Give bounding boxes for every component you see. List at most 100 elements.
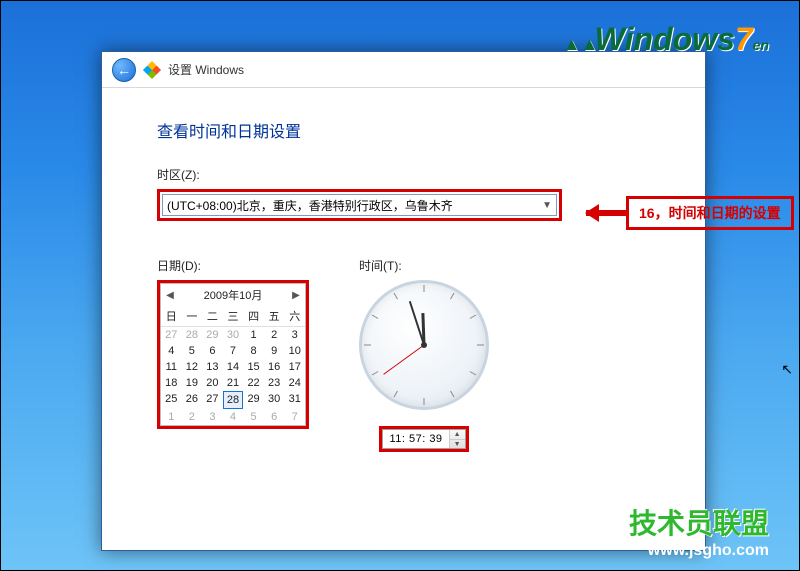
timezone-label: 时区(Z):	[157, 166, 650, 183]
spinner-buttons[interactable]: ▲ ▼	[449, 430, 465, 448]
brand-mid: indows	[625, 21, 735, 58]
brand-w: W	[594, 21, 624, 58]
time-highlight-box: 11: 57: 39 ▲ ▼	[379, 426, 468, 452]
brand-suffix: en	[753, 37, 769, 53]
calendar-day[interactable]: 13	[202, 359, 223, 375]
calendar-day[interactable]: 1	[243, 327, 264, 343]
watermark-top: ▲▲ Windows7en	[563, 21, 769, 58]
calendar-day[interactable]: 10	[284, 343, 305, 359]
cursor-icon: ↖	[781, 361, 793, 378]
clock-tick	[477, 345, 484, 346]
clock-tick	[424, 285, 425, 292]
calendar-month-label: 2009年10月	[204, 287, 263, 303]
calendar[interactable]: ◀ 2009年10月 ▶ 日一二三四五六27282930123456789101…	[160, 283, 306, 426]
calendar-day[interactable]: 17	[284, 359, 305, 375]
calendar-day[interactable]: 6	[202, 343, 223, 359]
calendar-day[interactable]: 7	[223, 343, 244, 359]
calendar-day[interactable]: 9	[264, 343, 285, 359]
calendar-day[interactable]: 2	[264, 327, 285, 343]
clock-tick	[450, 391, 454, 398]
calendar-day[interactable]: 29	[202, 327, 223, 343]
calendar-dow: 四	[243, 306, 264, 327]
calendar-prev-button[interactable]: ◀	[165, 290, 175, 301]
titlebar-text: 设置 Windows	[168, 61, 244, 78]
calendar-day[interactable]: 27	[161, 327, 182, 343]
calendar-highlight-box: ◀ 2009年10月 ▶ 日一二三四五六27282930123456789101…	[157, 280, 309, 429]
time-spinner[interactable]: 11: 57: 39 ▲ ▼	[382, 429, 465, 449]
brand-seven: 7	[735, 21, 753, 58]
calendar-dow: 三	[223, 306, 244, 327]
calendar-day[interactable]: 27	[202, 391, 223, 409]
clock-tick	[424, 398, 425, 405]
calendar-day[interactable]: 18	[161, 375, 182, 391]
calendar-day[interactable]: 2	[182, 409, 203, 425]
calendar-day[interactable]: 21	[223, 375, 244, 391]
analog-clock	[359, 280, 489, 410]
calendar-day[interactable]: 8	[243, 343, 264, 359]
calendar-day[interactable]: 19	[182, 375, 203, 391]
page-heading: 查看时间和日期设置	[157, 118, 650, 142]
calendar-day[interactable]: 1	[161, 409, 182, 425]
calendar-day[interactable]: 26	[182, 391, 203, 409]
calendar-dow: 二	[202, 306, 223, 327]
timezone-highlight-box: (UTC+08:00)北京，重庆，香港特别行政区，乌鲁木齐 ▼	[157, 189, 562, 221]
watermark-title: 技术员联盟	[629, 502, 769, 542]
calendar-day[interactable]: 6	[264, 409, 285, 425]
second-hand	[383, 345, 424, 375]
back-button[interactable]: ←	[112, 58, 136, 82]
calendar-day[interactable]: 28	[182, 327, 203, 343]
arrow-left-icon: ←	[117, 62, 131, 78]
watermark-bottom: 技术员联盟 www.jsgho.com	[629, 502, 769, 560]
clock-tick	[372, 371, 379, 375]
calendar-day[interactable]: 15	[243, 359, 264, 375]
time-label: 时间(T):	[359, 257, 489, 274]
timezone-selected-text: (UTC+08:00)北京，重庆，香港特别行政区，乌鲁木齐	[167, 197, 453, 214]
annotation: 16，时间和日期的设置	[576, 196, 794, 230]
arrow-left-icon	[576, 207, 626, 219]
calendar-day[interactable]: 5	[182, 343, 203, 359]
spinner-down-button[interactable]: ▼	[450, 440, 465, 449]
chevron-down-icon: ▼	[542, 200, 552, 211]
calendar-day[interactable]: 5	[243, 409, 264, 425]
annotation-text: 16，时间和日期的设置	[626, 196, 794, 230]
clock-tick	[394, 391, 398, 398]
calendar-day[interactable]: 16	[264, 359, 285, 375]
clock-tick	[394, 293, 398, 300]
watermark-url: www.jsgho.com	[629, 542, 769, 560]
calendar-day[interactable]: 20	[202, 375, 223, 391]
calendar-day[interactable]: 23	[264, 375, 285, 391]
calendar-day[interactable]: 4	[161, 343, 182, 359]
calendar-day[interactable]: 11	[161, 359, 182, 375]
timezone-dropdown[interactable]: (UTC+08:00)北京，重庆，香港特别行政区，乌鲁木齐 ▼	[162, 194, 557, 216]
windows-icon	[143, 60, 161, 78]
calendar-day[interactable]: 24	[284, 375, 305, 391]
calendar-next-button[interactable]: ▶	[291, 290, 301, 301]
calendar-day[interactable]: 22	[243, 375, 264, 391]
calendar-day[interactable]: 12	[182, 359, 203, 375]
calendar-dow: 一	[182, 306, 203, 327]
calendar-dow: 日	[161, 306, 182, 327]
clock-tick	[372, 315, 379, 319]
mountain-icon: ▲▲	[563, 34, 599, 55]
calendar-day[interactable]: 29	[243, 391, 264, 409]
calendar-day[interactable]: 28	[223, 391, 244, 409]
calendar-day[interactable]: 4	[223, 409, 244, 425]
time-value[interactable]: 11: 57: 39	[383, 433, 448, 445]
calendar-day[interactable]: 7	[284, 409, 305, 425]
calendar-dow: 五	[264, 306, 285, 327]
calendar-day[interactable]: 3	[284, 327, 305, 343]
clock-tick	[470, 371, 477, 375]
calendar-day[interactable]: 14	[223, 359, 244, 375]
content-area: 查看时间和日期设置 时区(Z): (UTC+08:00)北京，重庆，香港特别行政…	[102, 88, 705, 482]
calendar-dow: 六	[284, 306, 305, 327]
calendar-day[interactable]: 30	[264, 391, 285, 409]
clock-tick	[470, 315, 477, 319]
setup-dialog: ← 设置 Windows 查看时间和日期设置 时区(Z): (UTC+08:00…	[101, 51, 706, 551]
date-label: 日期(D):	[157, 257, 309, 274]
spinner-up-button[interactable]: ▲	[450, 430, 465, 440]
calendar-day[interactable]: 25	[161, 391, 182, 409]
calendar-day[interactable]: 30	[223, 327, 244, 343]
clock-tick	[364, 345, 371, 346]
calendar-day[interactable]: 3	[202, 409, 223, 425]
calendar-day[interactable]: 31	[284, 391, 305, 409]
